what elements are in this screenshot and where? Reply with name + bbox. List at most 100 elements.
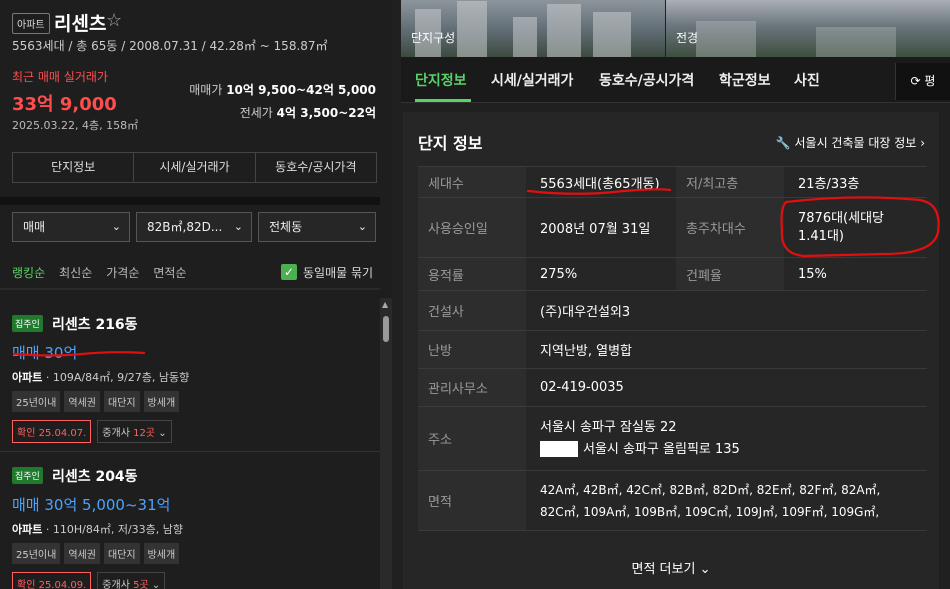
- complex-info-card: 단지 정보 🔧 서울시 건축물 대장 정보 › 세대수 5563세대(총65개동…: [403, 112, 939, 589]
- area-value: 82B㎡,82D...: [147, 220, 223, 234]
- address-lot: 서울시 송파구 잠실동 22: [540, 419, 677, 435]
- chevron-down-icon: ⌄: [357, 220, 367, 233]
- favorite-star-icon[interactable]: ☆: [106, 10, 122, 31]
- list-divider: [0, 451, 380, 452]
- listing-price: 매매 30억 5,000~31억: [12, 495, 171, 514]
- card-title: 단지 정보: [418, 134, 483, 153]
- listing-tag: 대단지: [103, 542, 140, 564]
- dong-select[interactable]: 전체동 ⌄: [258, 212, 376, 242]
- dong-value: 전체동: [269, 220, 303, 234]
- subtab-unit-price[interactable]: 동호수/공시가격: [256, 153, 376, 182]
- listing-tag: 방세개: [143, 542, 180, 564]
- listing-kind: 아파트: [12, 522, 43, 536]
- listing-tag: 25년이내: [12, 390, 61, 412]
- detail-panel: 단지구성 전경 단지정보 시세/실거래가 동호수/공시가격 학군정보 사진 ⟳ …: [392, 0, 950, 589]
- refresh-icon: ⟳: [910, 74, 921, 88]
- address-value: 서울시 송파구 잠실동 22 서울시 송파구 올림픽로 135: [526, 406, 927, 471]
- agent-count-button[interactable]: 중개사 5곳 ⌄: [97, 571, 166, 589]
- info-label: 난방: [418, 330, 526, 369]
- info-label: 건폐율: [676, 257, 784, 291]
- photo-strip: 단지구성 전경: [401, 0, 950, 57]
- info-label: 저/최고층: [676, 166, 784, 198]
- listing-scrollbar[interactable]: ▲: [380, 298, 392, 589]
- info-label: 용적률: [418, 257, 526, 291]
- area-line: 42A㎡, 42B㎡, 42C㎡, 82B㎡, 82D㎡, 82E㎡, 82F㎡…: [540, 482, 881, 497]
- photo-overview[interactable]: 전경: [666, 0, 950, 57]
- listing-tags: 25년이내 역세권 대단지 방세개: [12, 542, 374, 564]
- photo-complex-layout[interactable]: 단지구성: [401, 0, 665, 57]
- sort-ranking[interactable]: 랭킹순: [12, 264, 45, 281]
- trade-type-value: 매매: [23, 220, 46, 234]
- confirm-date-badge: 확인 25.04.07.: [12, 419, 92, 443]
- address-road: 서울시 송파구 올림픽로 135: [583, 441, 740, 457]
- complex-subtabs: 단지정보 시세/실거래가 동호수/공시가격: [12, 152, 377, 183]
- unit-toggle-label: 평: [924, 74, 936, 88]
- subtab-market-price[interactable]: 시세/실거래가: [134, 153, 256, 182]
- listing-tag: 25년이내: [12, 542, 61, 564]
- listing-name: 리센츠 204동: [51, 468, 138, 485]
- listing-detail: 아파트 · 110H/84㎡, 저/33층, 남향: [12, 522, 184, 536]
- area-more-button[interactable]: 면적 더보기 ⌄: [403, 558, 939, 577]
- table-row: 관리사무소 02-419-0035: [418, 368, 927, 407]
- info-label: 세대수: [418, 166, 526, 198]
- sort-price[interactable]: 가격순: [106, 264, 139, 281]
- photo-caption: 전경: [676, 31, 699, 45]
- sort-options: 랭킹순 최신순 가격순 면적순: [12, 264, 187, 281]
- info-label: 건설사: [418, 290, 526, 331]
- building-register-link[interactable]: 🔧 서울시 건축물 대장 정보 ›: [776, 134, 925, 151]
- sort-latest[interactable]: 최신순: [59, 264, 92, 281]
- complex-summary: 5563세대 / 총 65동 / 2008.07.31 / 42.28㎡ ~ 1…: [12, 39, 328, 53]
- area-select[interactable]: 82B㎡,82D... ⌄: [136, 212, 252, 242]
- tab-complex-info[interactable]: 단지정보: [415, 70, 467, 90]
- tab-school-info[interactable]: 학군정보: [719, 70, 771, 90]
- recent-trade-label: 최근 매매 실거래가: [12, 70, 108, 84]
- complex-name: 리센츠: [54, 13, 107, 35]
- tab-unit-price[interactable]: 동호수/공시가격: [599, 70, 694, 90]
- lease-price-value: 4억 3,500~22억: [276, 106, 376, 120]
- tab-photos[interactable]: 사진: [794, 70, 820, 90]
- detail-tabs: 단지정보 시세/실거래가 동호수/공시가격 학군정보 사진 ⟳ 평: [401, 57, 950, 103]
- info-label: 주소: [418, 406, 526, 471]
- building-shape: [593, 12, 631, 57]
- listing-panel: 아파트 리센츠 ☆ 5563세대 / 총 65동 / 2008.07.31 / …: [0, 0, 392, 589]
- recent-trade-price: 33억 9,000: [12, 94, 117, 115]
- table-row: 주소 서울시 송파구 잠실동 22 서울시 송파구 올림픽로 135: [418, 406, 927, 471]
- sort-area[interactable]: 면적순: [153, 264, 186, 281]
- listing-spec: 109A/84㎡, 9/27층, 남동향: [52, 370, 190, 384]
- listing-kind: 아파트: [12, 370, 43, 384]
- subtab-complex-info[interactable]: 단지정보: [13, 153, 135, 182]
- unit-toggle-button[interactable]: ⟳ 평: [895, 63, 950, 100]
- heating-value: 지역난방, 열병합: [526, 330, 927, 369]
- listing-item[interactable]: 집주인 리센츠 216동 매매 30억 아파트 · 109A/84㎡, 9/27…: [12, 313, 374, 443]
- building-shape: [547, 4, 581, 57]
- sale-price-value: 10억 9,500~42억 5,000: [226, 83, 376, 97]
- building-shape: [816, 27, 896, 57]
- owner-badge: 집주인: [12, 467, 43, 484]
- info-label: 관리사무소: [418, 368, 526, 407]
- scrollbar-thumb[interactable]: [383, 316, 389, 342]
- lease-price-range: 전세가 4억 3,500~22억: [240, 104, 376, 121]
- building-shape: [457, 1, 487, 57]
- section-divider: [0, 197, 380, 205]
- trade-type-select[interactable]: 매매 ⌄: [12, 212, 130, 242]
- tab-market-price[interactable]: 시세/실거래가: [491, 70, 573, 90]
- builder-value: (주)대우건설외3: [526, 290, 927, 331]
- listing-tag: 역세권: [64, 542, 100, 564]
- group-same-listing-label[interactable]: 동일매물 묶기: [303, 264, 373, 281]
- listing-detail: 아파트 · 109A/84㎡, 9/27층, 남동향: [12, 370, 190, 384]
- info-label: 총주차대수: [676, 197, 784, 258]
- scroll-up-icon[interactable]: ▲: [382, 300, 388, 309]
- chevron-down-icon: ⌄: [699, 562, 711, 577]
- property-type-badge: 아파트: [12, 13, 50, 34]
- info-label: 사용승인일: [418, 197, 526, 258]
- table-row: 건설사 (주)대우건설외3: [418, 290, 927, 331]
- table-row: 면적 42A㎡, 42B㎡, 42C㎡, 82B㎡, 82D㎡, 82E㎡, 8…: [418, 470, 927, 531]
- listing-price: 매매 30억: [12, 343, 78, 362]
- table-row: 세대수 5563세대(총65개동) 저/최고층 21층/33층: [418, 166, 927, 198]
- building-register-label: 서울시 건축물 대장 정보: [794, 136, 917, 150]
- approval-date: 2008년 07월 31일: [526, 197, 676, 258]
- agent-count-button[interactable]: 중개사 12곳 ⌄: [97, 419, 172, 443]
- chevron-down-icon: ⌄: [151, 579, 161, 589]
- listing-item[interactable]: 집주인 리센츠 204동 매매 30억 5,000~31억 아파트 · 110H…: [12, 465, 374, 589]
- checkmark-icon[interactable]: ✓: [281, 264, 297, 280]
